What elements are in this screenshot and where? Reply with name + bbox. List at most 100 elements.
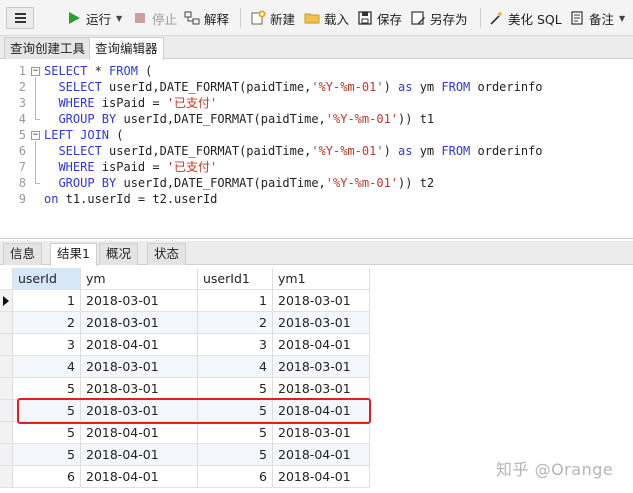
table-row[interactable]: 1 2018-03-01 1 2018-03-01 <box>0 290 370 312</box>
new-button[interactable]: 新建 <box>250 8 295 28</box>
table-row[interactable]: 5 2018-04-01 5 2018-03-01 <box>0 422 370 444</box>
column-header[interactable]: userId1 <box>198 268 273 290</box>
table-cell[interactable]: 3 <box>198 334 273 356</box>
table-cell[interactable]: 2018-04-01 <box>273 466 370 488</box>
table-cell[interactable]: 2018-03-01 <box>81 378 198 400</box>
table-cell[interactable]: 2 <box>198 312 273 334</box>
code-line[interactable]: LEFT JOIN ( <box>44 127 123 143</box>
sql-text: * <box>87 64 110 78</box>
code-line[interactable]: SELECT userId,DATE_FORMAT(paidTime,'%Y-%… <box>44 143 543 159</box>
notes-button[interactable]: 备注 ▼ <box>569 8 625 28</box>
table-cell[interactable]: 2018-03-01 <box>273 378 370 400</box>
tab-query-builder[interactable]: 查询创建工具 <box>4 37 92 59</box>
table-cell[interactable]: 2018-03-01 <box>81 290 198 312</box>
code-line[interactable]: WHERE isPaid = '已支付' <box>44 95 217 111</box>
save-button[interactable]: 保存 <box>357 8 402 28</box>
run-button[interactable]: 运行 ▼ <box>66 8 122 28</box>
sql-string: '%Y-%m-01' <box>325 112 399 126</box>
table-row[interactable]: 5 2018-04-01 5 2018-04-01 <box>0 444 370 466</box>
table-cell[interactable]: 2018-04-01 <box>81 444 198 466</box>
table-cell[interactable]: 2018-03-01 <box>81 356 198 378</box>
row-selector[interactable] <box>0 356 13 378</box>
sql-keyword: SELECT <box>44 144 102 158</box>
column-header[interactable]: userId <box>13 268 81 290</box>
row-selector[interactable] <box>0 466 13 488</box>
toolbar: 运行 ▼ 停止 解释 新建 载入 保存 另存为 美化 SQL 备注 ▼ <box>0 0 633 36</box>
save-as-label: 另存为 <box>430 11 468 27</box>
line-number: 4 <box>18 112 26 126</box>
beautify-sql-button[interactable]: 美化 SQL <box>488 8 562 28</box>
table-cell[interactable]: 2 <box>13 312 81 334</box>
code-line[interactable]: SELECT userId,DATE_FORMAT(paidTime,'%Y-%… <box>44 79 543 95</box>
table-cell[interactable]: 2018-03-01 <box>273 356 370 378</box>
stop-button[interactable]: 停止 <box>132 8 177 28</box>
code-line[interactable]: WHERE isPaid = '已支付' <box>44 159 217 175</box>
table-cell[interactable]: 5 <box>13 444 81 466</box>
table-cell[interactable]: 2018-04-01 <box>81 466 198 488</box>
column-header[interactable]: ym <box>81 268 198 290</box>
table-cell[interactable]: 2018-03-01 <box>273 312 370 334</box>
current-row-indicator-icon <box>3 296 9 306</box>
chevron-down-icon[interactable]: ▼ <box>116 14 122 23</box>
table-cell[interactable]: 5 <box>198 422 273 444</box>
row-selector[interactable] <box>0 444 13 466</box>
table-row[interactable]: 5 2018-03-01 5 2018-03-01 <box>0 378 370 400</box>
chevron-down-icon[interactable]: ▼ <box>619 14 625 23</box>
line-number: 6 <box>18 144 26 158</box>
table-cell[interactable]: 6 <box>198 466 273 488</box>
row-selector[interactable] <box>0 290 13 312</box>
table-cell[interactable]: 4 <box>13 356 81 378</box>
row-selector[interactable] <box>0 312 13 334</box>
fold-toggle-icon[interactable]: − <box>31 67 40 76</box>
folder-icon <box>304 10 320 26</box>
table-cell[interactable]: 5 <box>13 378 81 400</box>
table-row[interactable]: 6 2018-04-01 6 2018-04-01 <box>0 466 370 488</box>
tab-query-editor[interactable]: 查询编辑器 <box>89 37 164 60</box>
sql-editor[interactable]: 1 2 3 4 5 6 7 8 9 SELECT * FROM ( SELECT userId,… <box>0 60 633 238</box>
tab-status[interactable]: 状态 <box>147 243 187 265</box>
row-selector[interactable] <box>0 422 13 444</box>
table-cell[interactable]: 2018-04-01 <box>273 444 370 466</box>
tab-info[interactable]: 信息 <box>3 243 43 265</box>
tab-result-1[interactable]: 结果1 <box>50 243 97 266</box>
line-number: 2 <box>18 80 26 94</box>
row-selector[interactable] <box>0 400 13 422</box>
table-cell[interactable]: 6 <box>13 466 81 488</box>
table-cell[interactable]: 3 <box>13 334 81 356</box>
table-row[interactable]: 2 2018-03-01 2 2018-03-01 <box>0 312 370 334</box>
explain-button[interactable]: 解释 <box>184 8 229 28</box>
table-cell[interactable]: 4 <box>198 356 273 378</box>
table-cell[interactable]: 2018-04-01 <box>273 334 370 356</box>
sql-text: orderinfo <box>470 144 543 158</box>
table-cell[interactable]: 2018-03-01 <box>81 312 198 334</box>
row-selector[interactable] <box>0 334 13 356</box>
code-line[interactable]: on t1.userId = t2.userId <box>44 191 217 207</box>
table-cell[interactable]: 1 <box>13 290 81 312</box>
new-label: 新建 <box>270 11 296 27</box>
table-cell[interactable]: 5 <box>198 444 273 466</box>
sql-text: ym <box>412 144 442 158</box>
table-cell[interactable]: 2018-04-01 <box>81 334 198 356</box>
table-cell[interactable]: 5 <box>198 378 273 400</box>
sql-text: ) <box>383 144 399 158</box>
table-row[interactable]: 4 2018-03-01 4 2018-03-01 <box>0 356 370 378</box>
sql-string: '%Y-%m-01' <box>311 144 384 158</box>
table-row[interactable]: 3 2018-04-01 3 2018-04-01 <box>0 334 370 356</box>
tab-profile[interactable]: 概况 <box>99 243 139 265</box>
sql-text: isPaid = <box>94 160 167 174</box>
fold-toggle-icon[interactable]: − <box>31 131 40 140</box>
save-as-button[interactable]: 另存为 <box>410 8 468 28</box>
load-button[interactable]: 载入 <box>304 8 349 28</box>
code-line[interactable]: GROUP BY userId,DATE_FORMAT(paidTime,'%Y… <box>44 175 434 191</box>
table-cell[interactable]: 2018-03-01 <box>273 422 370 444</box>
table-cell[interactable]: 2018-03-01 <box>273 290 370 312</box>
table-cell[interactable]: 5 <box>13 422 81 444</box>
menu-button[interactable] <box>6 7 34 29</box>
sql-text: orderinfo <box>470 80 543 94</box>
row-selector[interactable] <box>0 378 13 400</box>
table-cell[interactable]: 2018-04-01 <box>81 422 198 444</box>
code-line[interactable]: GROUP BY userId,DATE_FORMAT(paidTime,'%Y… <box>44 111 434 127</box>
code-line[interactable]: SELECT * FROM ( <box>44 63 152 79</box>
table-cell[interactable]: 1 <box>198 290 273 312</box>
column-header[interactable]: ym1 <box>273 268 370 290</box>
